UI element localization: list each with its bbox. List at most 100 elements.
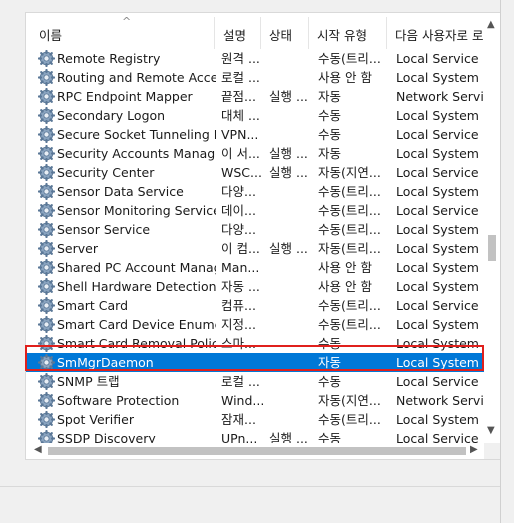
gear-icon bbox=[38, 353, 56, 372]
service-description: 대체 ... bbox=[221, 108, 260, 123]
column-header-logon[interactable]: 다음 사용자로 로 bbox=[386, 13, 484, 49]
service-description: 데이... bbox=[221, 203, 256, 218]
service-row[interactable]: Shared PC Account Manager Man... 사용 안 함 Loc… bbox=[26, 258, 484, 277]
service-name-cell: Secondary Logon bbox=[38, 106, 216, 125]
service-logon-as: Local System bbox=[396, 412, 479, 427]
service-description: 끝점... bbox=[221, 89, 256, 104]
service-description: Man... bbox=[221, 260, 260, 275]
service-status: 실행 ... bbox=[269, 146, 308, 161]
scroll-up-icon[interactable]: ▲ bbox=[487, 19, 495, 30]
service-logon-as: Local Service bbox=[396, 51, 479, 66]
service-row[interactable]: Sensor Service 다양... 수동(트리... Local System bbox=[26, 220, 484, 239]
service-startup-type: 수동(트리... bbox=[318, 298, 381, 313]
column-state-label: 상태 bbox=[269, 28, 293, 43]
service-name: Software Protection bbox=[57, 393, 180, 408]
horizontal-scrollbar[interactable]: ◀ ▶ bbox=[26, 443, 484, 459]
service-row[interactable]: Spot Verifier 잠재... 수동(트리... Local System bbox=[26, 410, 484, 429]
service-startup-type: 수동(트리... bbox=[318, 317, 381, 332]
service-logon-as: Local System bbox=[396, 108, 479, 123]
service-description: 스마... bbox=[221, 336, 256, 351]
service-row[interactable]: Sensor Monitoring Service 데이... 수동(트리... Lo… bbox=[26, 201, 484, 220]
scroll-left-icon[interactable]: ◀ bbox=[34, 444, 42, 455]
service-logon-as: Local Service bbox=[396, 165, 479, 180]
service-row[interactable]: Security Accounts Manager 이 서... 실행 ... 자동 L… bbox=[26, 144, 484, 163]
service-status bbox=[269, 353, 314, 372]
service-name: SNMP 트랩 bbox=[57, 374, 120, 389]
service-status bbox=[269, 258, 314, 277]
service-row[interactable]: Secure Socket Tunneling P... VPN... 수동 Loca… bbox=[26, 125, 484, 144]
service-status bbox=[269, 296, 314, 315]
service-name: SmMgrDaemon bbox=[57, 355, 154, 370]
gear-icon bbox=[38, 68, 56, 87]
gear-icon bbox=[38, 391, 56, 410]
service-status bbox=[269, 182, 314, 201]
service-logon-as: Local System bbox=[396, 222, 479, 237]
column-header-start-type[interactable]: 시작 유형 bbox=[308, 13, 386, 49]
gear-icon bbox=[38, 49, 56, 68]
service-name: Sensor Monitoring Service bbox=[57, 203, 216, 218]
service-description: VPN... bbox=[221, 127, 259, 142]
service-startup-type: 사용 안 함 bbox=[318, 260, 372, 275]
service-row[interactable]: SNMP 트랩 로컬 ... 수동 Local Service bbox=[26, 372, 484, 391]
services-window: 이름 ^ 설명 상태 시작 유형 다음 사용자로 로 Remote Regist… bbox=[0, 0, 514, 523]
service-startup-type: 수동(트리... bbox=[318, 51, 381, 66]
service-name-cell: SNMP 트랩 bbox=[38, 372, 216, 391]
service-startup-type: 수동 bbox=[318, 127, 342, 142]
services-list-view[interactable]: 이름 ^ 설명 상태 시작 유형 다음 사용자로 로 Remote Regist… bbox=[25, 12, 501, 460]
service-row[interactable]: Security Center WSC... 실행 ... 자동(지연... Local… bbox=[26, 163, 484, 182]
gear-icon bbox=[38, 372, 56, 391]
gear-icon bbox=[38, 125, 56, 144]
service-startup-type: 수동(트리... bbox=[318, 184, 381, 199]
service-row[interactable]: Secondary Logon 대체 ... 수동 Local System bbox=[26, 106, 484, 125]
service-name: Spot Verifier bbox=[57, 412, 134, 427]
scroll-down-icon[interactable]: ▼ bbox=[487, 425, 495, 436]
column-header-name[interactable]: 이름 ^ bbox=[30, 13, 214, 49]
service-row[interactable]: Software Protection Wind... 자동(지연... Networ… bbox=[26, 391, 486, 410]
service-row[interactable]: RPC Endpoint Mapper 끝점... 실행 ... 자동 Network … bbox=[26, 87, 486, 106]
gear-icon bbox=[38, 87, 56, 106]
service-description: 이 컴... bbox=[221, 241, 260, 256]
service-description: Wind... bbox=[221, 393, 263, 408]
column-header-state[interactable]: 상태 bbox=[260, 13, 308, 49]
service-description: 원격 ... bbox=[221, 51, 260, 66]
scroll-right-icon[interactable]: ▶ bbox=[470, 444, 478, 455]
service-name: Shared PC Account Manager bbox=[57, 260, 216, 275]
service-status bbox=[269, 125, 314, 144]
service-row[interactable]: Sensor Data Service 다양... 수동(트리... Local Sy… bbox=[26, 182, 484, 201]
service-name-cell: Sensor Data Service bbox=[38, 182, 216, 201]
service-status bbox=[269, 410, 314, 429]
service-name: Security Accounts Manager bbox=[57, 146, 216, 161]
service-row[interactable]: Smart Card Device Enumer... 지정... 수동(트리...… bbox=[26, 315, 484, 334]
service-row[interactable]: SmMgrDaemon 자동 Local System bbox=[26, 353, 484, 372]
service-startup-type: 수동 bbox=[318, 374, 342, 389]
service-startup-type: 자동 bbox=[318, 355, 342, 370]
service-row[interactable]: Smart Card Removal Policy 스마... 수동 Local Sy… bbox=[26, 334, 484, 353]
service-startup-type: 수동 bbox=[318, 108, 342, 123]
service-name-cell: Security Accounts Manager bbox=[38, 144, 216, 163]
service-row[interactable]: Remote Registry 원격 ... 수동(트리... Local Servi… bbox=[26, 49, 484, 68]
service-description: 이 서... bbox=[221, 146, 260, 161]
vertical-scrollbar[interactable]: ▲ ▼ bbox=[484, 13, 500, 443]
scrollbar-corner bbox=[484, 443, 500, 459]
service-logon-as: Local System bbox=[396, 317, 479, 332]
service-description: WSC... bbox=[221, 165, 262, 180]
service-startup-type: 자동(트리... bbox=[318, 241, 381, 256]
service-name-cell: Software Protection bbox=[38, 391, 216, 410]
gear-icon bbox=[38, 220, 56, 239]
service-name-cell: Shell Hardware Detection bbox=[38, 277, 216, 296]
service-startup-type: 자동(지연... bbox=[318, 393, 381, 408]
service-logon-as: Network Service bbox=[396, 89, 486, 104]
service-row[interactable]: Routing and Remote Access 로컬 ... 사용 안 함 Loc… bbox=[26, 68, 484, 87]
column-header-desc[interactable]: 설명 bbox=[214, 13, 260, 49]
service-row[interactable]: Server 이 컴... 실행 ... 자동(트리... Local System bbox=[26, 239, 484, 258]
service-status: 실행 ... bbox=[269, 165, 308, 180]
service-logon-as: Local Service bbox=[396, 127, 479, 142]
service-row[interactable]: Shell Hardware Detection 자동 ... 사용 안 함 Loca… bbox=[26, 277, 484, 296]
scrollbar-thumb[interactable] bbox=[488, 235, 496, 261]
list-header: 이름 ^ 설명 상태 시작 유형 다음 사용자로 로 bbox=[26, 13, 500, 49]
service-name: Shell Hardware Detection bbox=[57, 279, 216, 294]
service-row[interactable]: Smart Card 컴퓨... 수동(트리... Local Service bbox=[26, 296, 484, 315]
scrollbar-thumb[interactable] bbox=[48, 447, 466, 455]
service-name-cell: Routing and Remote Access bbox=[38, 68, 216, 87]
column-logon-label: 다음 사용자로 로 bbox=[395, 28, 484, 43]
